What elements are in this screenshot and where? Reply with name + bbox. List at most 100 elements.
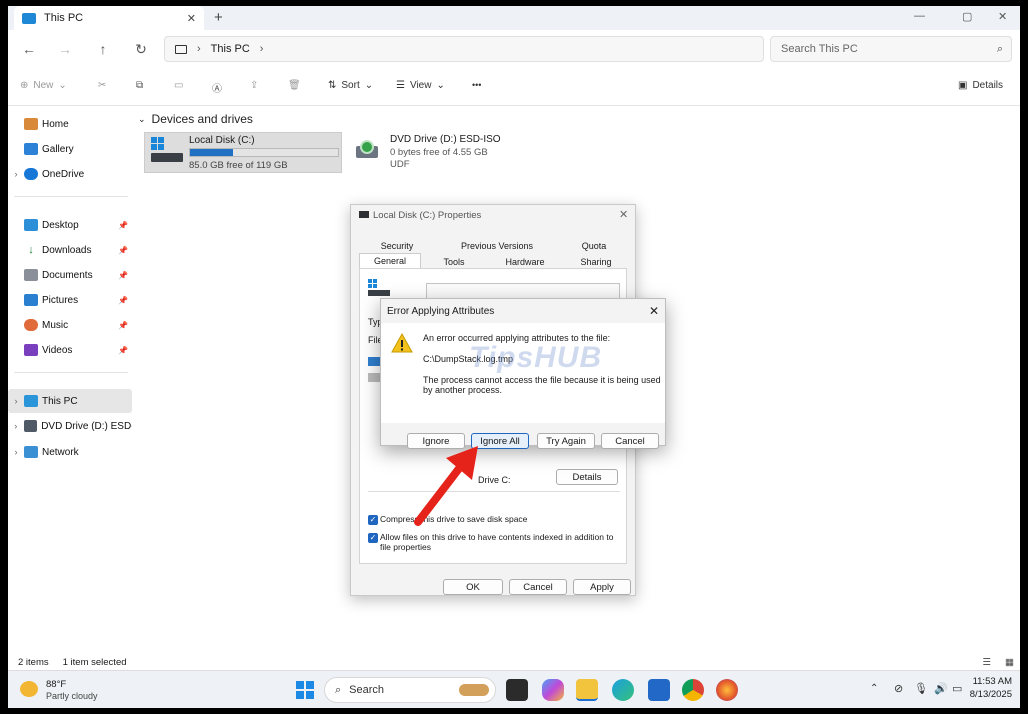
back-arrow-icon[interactable]: ← xyxy=(16,36,42,62)
store-icon[interactable] xyxy=(648,679,670,701)
microphone-icon[interactable]: 🎙 xyxy=(914,682,928,695)
sidebar-item-label: OneDrive xyxy=(42,168,85,180)
new-button[interactable]: ⊕ New ⌄ xyxy=(20,80,67,91)
taskbar-search-label: Search xyxy=(349,684,385,696)
error-dialog-title: Error Applying Attributes xyxy=(387,306,495,317)
edge-icon[interactable] xyxy=(612,679,634,701)
copy-icon[interactable]: ⧉ xyxy=(136,80,143,91)
drive-free-space: 0 bytes free of 4.55 GB xyxy=(390,147,488,158)
start-button[interactable] xyxy=(296,681,314,699)
weather-widget[interactable]: 88°F Partly cloudy xyxy=(18,679,98,705)
sort-icon: ⇅ xyxy=(328,80,337,91)
chevron-right-icon[interactable]: › xyxy=(260,43,264,55)
cancel-button[interactable]: Cancel xyxy=(601,433,659,449)
sort-button[interactable]: ⇅ Sort ⌄ xyxy=(328,80,373,91)
index-checkbox[interactable]: ✓ xyxy=(368,533,378,543)
up-arrow-icon[interactable]: ↑ xyxy=(90,36,116,62)
try-again-button[interactable]: Try Again xyxy=(537,433,595,449)
chevron-right-icon: › xyxy=(197,43,201,55)
drive-usage-fill xyxy=(190,149,233,156)
clock[interactable]: 11:53 AM 8/13/2025 xyxy=(958,675,1012,701)
tab-security[interactable]: Security xyxy=(363,239,431,253)
sidebar-item-label: Gallery xyxy=(42,143,74,155)
cloud-icon xyxy=(24,168,38,180)
taskbar-search[interactable]: ⌕ Search xyxy=(324,677,496,703)
paste-icon[interactable]: ▭ xyxy=(174,80,183,91)
monitor-icon xyxy=(175,44,187,54)
search-highlight-icon xyxy=(459,684,489,696)
sidebar-item-desktop[interactable]: Desktop 📌 xyxy=(8,213,132,237)
more-options-icon[interactable]: ••• xyxy=(472,80,481,90)
tab-quota[interactable]: Quota xyxy=(563,239,625,253)
sidebar-item-home[interactable]: Home xyxy=(8,112,132,136)
tab-tools[interactable]: Tools xyxy=(423,255,485,269)
minimize-button[interactable]: — xyxy=(914,10,925,22)
delete-icon[interactable]: 🗑 xyxy=(288,80,301,91)
task-view-icon[interactable] xyxy=(506,679,528,701)
new-tab-button[interactable]: + xyxy=(214,9,223,26)
sidebar-item-videos[interactable]: Videos 📌 xyxy=(8,338,132,362)
sidebar-item-downloads[interactable]: ↓ Downloads 📌 xyxy=(8,238,132,262)
cut-icon[interactable]: ✂ xyxy=(98,80,106,91)
chevron-right-icon[interactable]: › xyxy=(8,396,24,406)
dvd-icon xyxy=(23,420,38,432)
address-bar[interactable]: › This PC › xyxy=(164,36,764,62)
tab-hardware[interactable]: Hardware xyxy=(487,255,563,269)
volume-label-input[interactable] xyxy=(426,283,620,299)
breadcrumb-this-pc[interactable]: This PC xyxy=(211,43,250,55)
details-button[interactable]: Details xyxy=(556,469,618,485)
chevron-right-icon[interactable]: › xyxy=(8,169,24,179)
list-view-icon[interactable]: ☰ xyxy=(982,657,991,668)
file-explorer-taskbar-icon[interactable] xyxy=(576,679,598,701)
firefox-icon[interactable] xyxy=(716,679,738,701)
drive-tile-local-disk[interactable]: Local Disk (C:) 85.0 GB free of 119 GB xyxy=(144,132,342,173)
tiles-view-icon[interactable]: ▦ xyxy=(1005,657,1014,668)
chevron-right-icon[interactable]: › xyxy=(8,421,24,431)
close-tab-icon[interactable]: ✕ xyxy=(187,12,196,25)
download-icon: ↓ xyxy=(28,244,34,256)
refresh-icon[interactable]: ↻ xyxy=(128,36,154,62)
speaker-icon[interactable]: 🔊 xyxy=(934,682,948,695)
rename-icon[interactable]: Ⓐ xyxy=(212,80,222,95)
close-icon[interactable]: ✕ xyxy=(649,304,659,318)
compress-checkbox[interactable]: ✓ xyxy=(368,515,378,525)
chevron-up-icon[interactable]: ⌃ xyxy=(870,683,878,694)
clock-date: 8/13/2025 xyxy=(969,689,1012,700)
search-input[interactable]: Search This PC ⌕ xyxy=(770,36,1012,62)
sidebar-item-network[interactable]: › Network xyxy=(8,440,132,464)
sidebar-item-music[interactable]: Music 📌 xyxy=(8,313,132,337)
section-devices-and-drives[interactable]: ⌄ Devices and drives xyxy=(138,112,253,126)
monitor-icon xyxy=(22,12,36,24)
sidebar-item-onedrive[interactable]: › OneDrive xyxy=(8,162,132,186)
forward-arrow-icon[interactable]: → xyxy=(52,36,78,62)
details-pane-button[interactable]: ▣ Details xyxy=(958,80,1003,91)
sidebar-item-dvd-drive[interactable]: › DVD Drive (D:) ESD- xyxy=(8,414,132,438)
file-explorer-window: This PC ✕ + — ▢ ✕ ← → ↑ ↻ › This PC › Se… xyxy=(8,6,1020,708)
network-icon[interactable]: ⊘ xyxy=(894,682,903,695)
maximize-button[interactable]: ▢ xyxy=(962,10,972,23)
cancel-button[interactable]: Cancel xyxy=(509,579,567,595)
sidebar-item-documents[interactable]: Documents 📌 xyxy=(8,263,132,287)
sidebar-item-label: Home xyxy=(42,118,69,130)
share-icon[interactable]: ⇪ xyxy=(250,80,258,91)
apply-button[interactable]: Apply xyxy=(573,579,631,595)
watermark: TipsHUB xyxy=(469,341,603,374)
divider xyxy=(14,372,128,373)
chrome-icon[interactable] xyxy=(682,679,704,701)
view-button[interactable]: ☰ View ⌄ xyxy=(396,80,445,91)
tab-previous-versions[interactable]: Previous Versions xyxy=(433,239,561,253)
close-button[interactable]: ✕ xyxy=(998,10,1007,23)
chevron-down-icon: ⌄ xyxy=(138,113,146,124)
sidebar-item-this-pc[interactable]: › This PC xyxy=(8,389,132,413)
close-icon[interactable]: ✕ xyxy=(619,208,628,221)
view-label: View xyxy=(409,80,432,91)
tab-this-pc[interactable]: This PC ✕ xyxy=(14,6,204,30)
drive-tile-dvd[interactable]: DVD Drive (D:) ESD-ISO 0 bytes free of 4… xyxy=(350,132,550,173)
copilot-icon[interactable] xyxy=(542,679,564,701)
ok-button[interactable]: OK xyxy=(443,579,503,595)
sidebar-item-pictures[interactable]: Pictures 📌 xyxy=(8,288,132,312)
tab-sharing[interactable]: Sharing xyxy=(565,255,627,269)
chevron-right-icon[interactable]: › xyxy=(8,447,24,457)
tab-general[interactable]: General xyxy=(359,253,421,269)
sidebar-item-gallery[interactable]: Gallery xyxy=(8,137,132,161)
